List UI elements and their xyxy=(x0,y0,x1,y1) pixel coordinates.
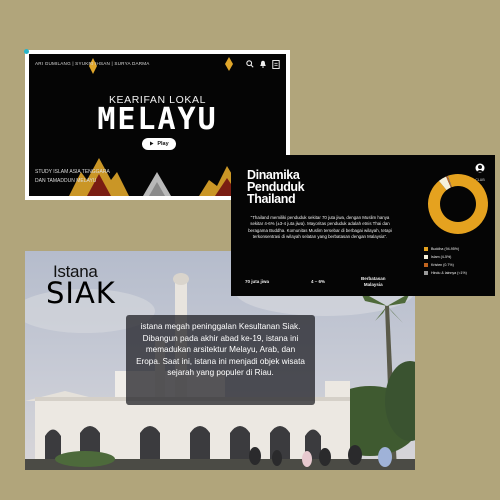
legend-label: Islam (4-5%) xyxy=(431,255,452,259)
stat-muslim: 4 – 6% xyxy=(311,279,326,284)
subtitle-line-1: STUDY ISLAM ASIA TENGGARA xyxy=(35,169,110,175)
stat-border-line-2: Malaysia xyxy=(363,281,383,287)
legend-swatch xyxy=(424,247,428,251)
bookmark-icon[interactable] xyxy=(272,60,280,69)
bell-icon[interactable] xyxy=(259,60,267,69)
play-icon xyxy=(149,141,154,148)
search-icon[interactable] xyxy=(246,60,254,69)
donut-slice xyxy=(438,176,452,191)
legend-swatch xyxy=(424,263,428,267)
palace-title-big: SIAK xyxy=(46,276,116,310)
authors-text: ARI GUMILANG | SYUKRI IHSAN | SURYA DARM… xyxy=(35,61,150,66)
legend-item: Hindu & lainnya (<1%) xyxy=(424,269,467,277)
legend-swatch xyxy=(424,271,428,275)
subtitle-line-2: DAN TAMADDUN MELAYU xyxy=(35,177,97,184)
legend-item: Kristen (0.7%) xyxy=(424,261,467,269)
donut-chart xyxy=(428,174,488,234)
legend-swatch xyxy=(424,255,428,259)
legend-label: Buddha (94-95%) xyxy=(431,247,460,251)
thailand-body-text: "Thailand memiliki penduduk sekitar 70 j… xyxy=(248,215,392,239)
legend-label: Kristen (0.7%) xyxy=(431,263,454,267)
legend-item: Buddha (94-95%) xyxy=(424,245,467,253)
chart-legend: Buddha (94-95%) Islam (4-5%) Kristen (0.… xyxy=(424,245,467,277)
stat-population: 70 juta jiwa xyxy=(245,279,270,284)
stat-border-line-1: Berbatasan xyxy=(361,276,386,281)
palace-description: istana megah peninggalan Kesultanan Siak… xyxy=(126,315,315,405)
thailand-slide-card[interactable]: Dinamika Penduduk Thailand "Thailand mem… xyxy=(231,155,495,296)
donut-slice xyxy=(428,174,488,234)
slide-subtitle: STUDY ISLAM ASIA TENGGARA DAN TAMADDUN M… xyxy=(35,168,135,185)
legend-label: Hindu & lainnya (<1%) xyxy=(431,271,467,275)
slide-title: MELAYU xyxy=(97,102,218,137)
play-button[interactable]: Play xyxy=(142,138,176,150)
stat-border: Berbatasan Malaysia xyxy=(361,276,386,287)
selection-dot xyxy=(24,49,29,54)
legend-item: Islam (4-5%) xyxy=(424,253,467,261)
play-label: Play xyxy=(157,141,169,147)
title-line-3: Thailand xyxy=(247,192,296,206)
thailand-title: Dinamika Penduduk Thailand xyxy=(247,169,305,206)
logo-icon xyxy=(475,163,485,173)
top-bar: ARI GUMILANG | SYUKRI IHSAN | SURYA DARM… xyxy=(35,60,280,70)
